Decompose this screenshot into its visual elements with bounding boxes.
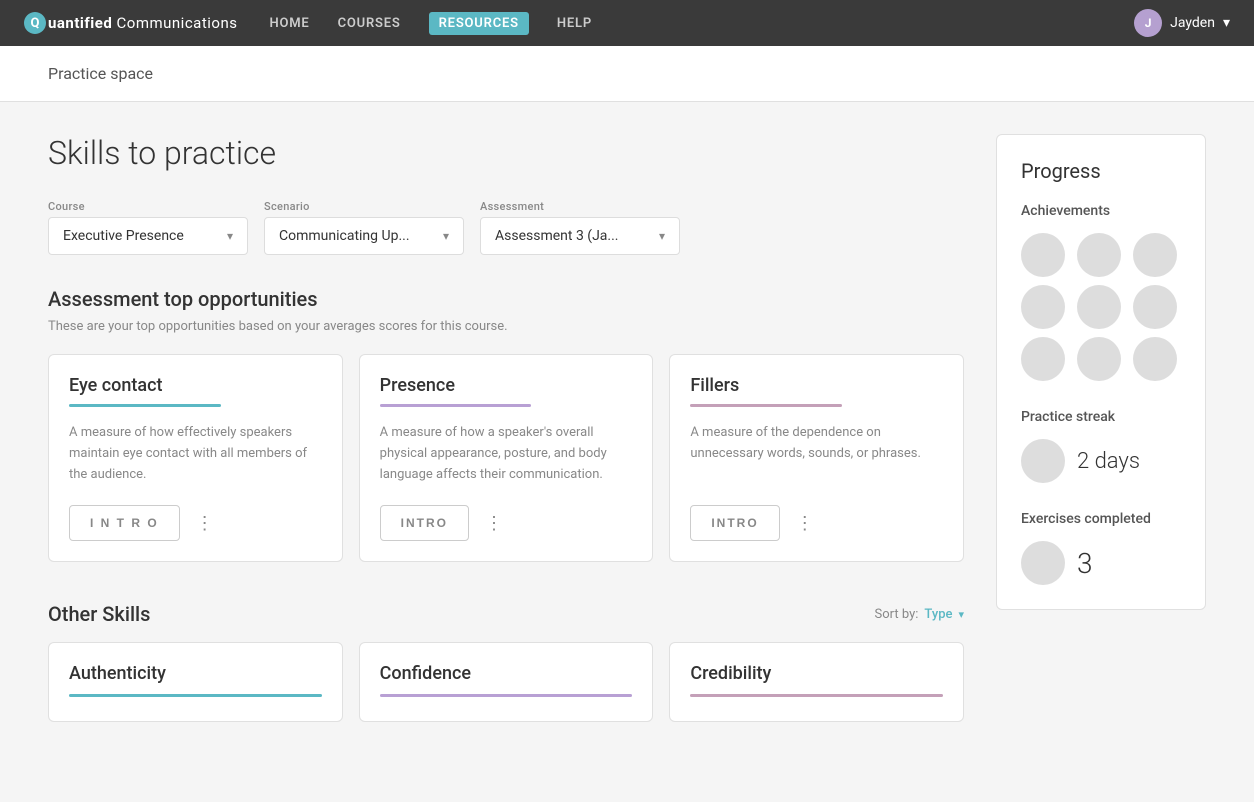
filter-assessment: Assessment Assessment 3 (Ja... ▾ [480,200,680,255]
chevron-down-icon[interactable]: ▾ [958,608,964,621]
skill-desc: A measure of how effectively speakers ma… [69,423,322,485]
skill-card-eye-contact: Eye contact A measure of how effectively… [48,354,343,562]
nav-courses[interactable]: COURSES [338,12,401,35]
badge-9 [1133,337,1177,381]
assessment-dropdown[interactable]: Assessment 3 (Ja... ▾ [480,217,680,255]
course-dropdown[interactable]: Executive Presence ▾ [48,217,248,255]
progress-title: Progress [1021,159,1181,183]
brand[interactable]: Q uantified Communications [24,12,237,34]
skill-actions: I N T R O ⋮ [69,505,322,541]
intro-button[interactable]: INTRO [380,505,469,541]
user-menu[interactable]: J Jayden ▾ [1134,9,1230,37]
other-skill-card-credibility: Credibility [669,642,964,722]
brand-q-icon: Q [24,12,46,34]
streak-icon [1021,439,1065,483]
streak-value: 2 days [1077,449,1140,474]
other-skill-bar [69,694,322,697]
other-skills-header: Other Skills Sort by: Type ▾ [48,602,964,626]
badge-3 [1133,233,1177,277]
progress-panel: Progress Achievements Practice streak 2 … [996,134,1206,610]
badge-2 [1077,233,1121,277]
skill-card-fillers: Fillers A measure of the dependence on u… [669,354,964,562]
other-skill-title: Confidence [380,663,633,684]
course-value: Executive Presence [63,228,195,244]
other-skill-card-confidence: Confidence [359,642,654,722]
badge-4 [1021,285,1065,329]
left-panel: Skills to practice Course Executive Pres… [48,134,964,722]
filter-course: Course Executive Presence ▾ [48,200,248,255]
skill-actions: INTRO ⋮ [690,505,943,541]
assessment-value: Assessment 3 (Ja... [495,228,627,244]
brand-name: uantified Communications [48,14,237,32]
other-skill-cards: Authenticity Confidence Credibility [48,642,964,722]
badge-7 [1021,337,1065,381]
username: Jayden [1170,15,1215,31]
more-options-button[interactable]: ⋮ [788,509,822,538]
more-options-button[interactable]: ⋮ [188,509,222,538]
filter-scenario: Scenario Communicating Up... ▾ [264,200,464,255]
sort-by-label: Sort by: [875,607,919,622]
nav-resources[interactable]: RESOURCES [429,12,529,35]
scenario-dropdown[interactable]: Communicating Up... ▾ [264,217,464,255]
scenario-label: Scenario [264,200,464,213]
other-skills-title: Other Skills [48,602,150,626]
skill-card-presence: Presence A measure of how a speaker's ov… [359,354,654,562]
other-skill-bar [380,694,633,697]
course-label: Course [48,200,248,213]
chevron-down-icon: ▾ [1223,15,1230,31]
chevron-down-icon: ▾ [659,229,665,243]
skill-bar [690,404,842,407]
avatar: J [1134,9,1162,37]
opportunities-subtitle: These are your top opportunities based o… [48,319,964,334]
badge-grid [1021,233,1181,381]
skill-title: Presence [380,375,633,396]
sort-by: Sort by: Type ▾ [875,607,964,622]
chevron-down-icon: ▾ [443,229,449,243]
badge-5 [1077,285,1121,329]
exercises-icon [1021,541,1065,585]
other-skill-title: Credibility [690,663,943,684]
scenario-value: Communicating Up... [279,228,411,244]
navbar: Q uantified Communications HOME COURSES … [0,0,1254,46]
page-title: Skills to practice [48,134,964,172]
other-skill-bar [690,694,943,697]
sort-by-value[interactable]: Type [924,607,952,622]
badge-1 [1021,233,1065,277]
skill-desc: A measure of the dependence on unnecessa… [690,423,943,485]
top-opportunity-cards: Eye contact A measure of how effectively… [48,354,964,562]
chevron-down-icon: ▾ [227,229,233,243]
intro-button[interactable]: I N T R O [69,505,180,541]
nav-home[interactable]: HOME [269,12,309,35]
practice-streak-title: Practice streak [1021,409,1181,425]
more-options-button[interactable]: ⋮ [477,509,511,538]
skill-actions: INTRO ⋮ [380,505,633,541]
breadcrumb: Practice space [48,64,153,83]
skill-bar [69,404,221,407]
streak-row: 2 days [1021,439,1181,483]
assessment-label: Assessment [480,200,680,213]
achievements-title: Achievements [1021,203,1181,219]
skill-title: Eye contact [69,375,322,396]
filter-row: Course Executive Presence ▾ Scenario Com… [48,200,964,255]
skill-desc: A measure of how a speaker's overall phy… [380,423,633,485]
main-content: Skills to practice Course Executive Pres… [0,102,1254,754]
skill-bar [380,404,532,407]
exercises-title: Exercises completed [1021,511,1181,527]
other-skill-card-authenticity: Authenticity [48,642,343,722]
skill-title: Fillers [690,375,943,396]
intro-button[interactable]: INTRO [690,505,779,541]
breadcrumb-bar: Practice space [0,46,1254,102]
other-skill-title: Authenticity [69,663,322,684]
nav-links: HOME COURSES RESOURCES HELP [269,12,1134,35]
badge-8 [1077,337,1121,381]
opportunities-title: Assessment top opportunities [48,287,964,311]
nav-help[interactable]: HELP [557,12,592,35]
badge-6 [1133,285,1177,329]
exercises-row: 3 [1021,541,1181,585]
exercises-value: 3 [1077,547,1093,580]
